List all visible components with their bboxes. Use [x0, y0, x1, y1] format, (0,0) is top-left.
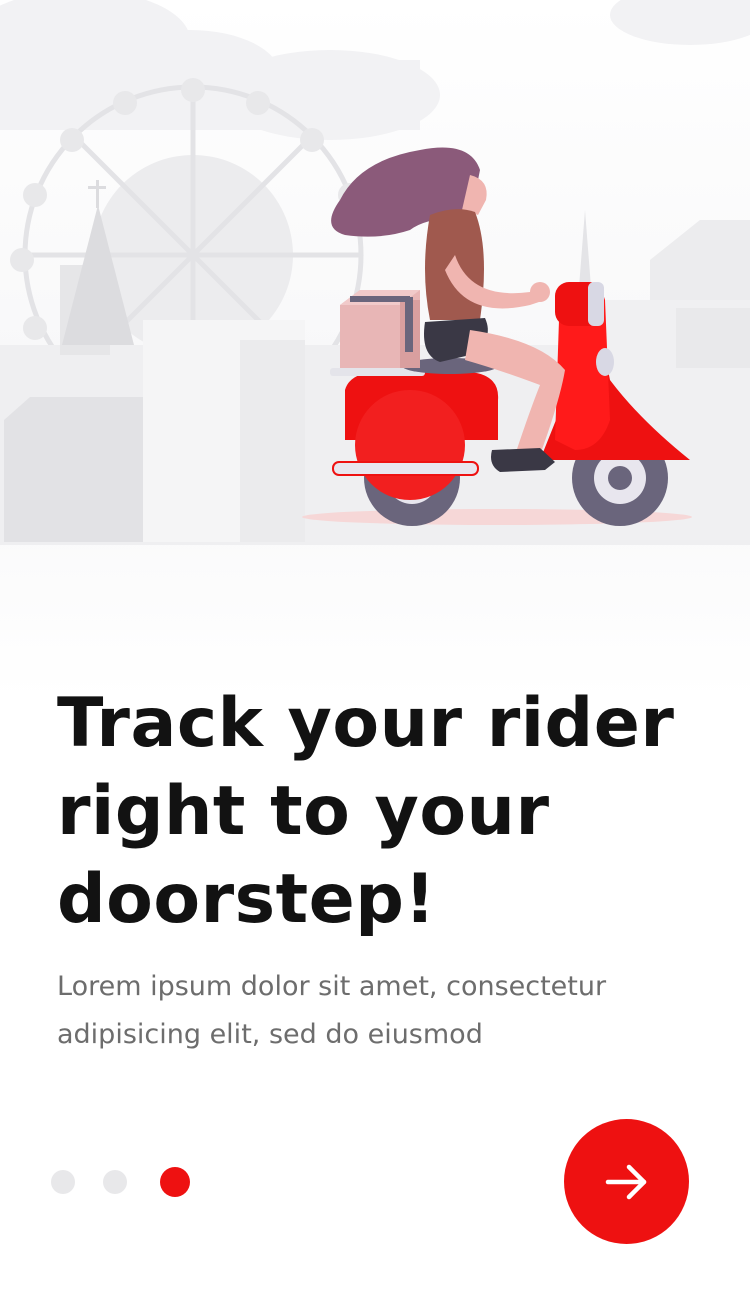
page-dot-3-active[interactable]	[160, 1167, 190, 1197]
onboarding-description: Lorem ipsum dolor sit amet, consectetur …	[57, 971, 607, 1050]
onboarding-title: Track your rider right to your doorstep!	[57, 684, 675, 939]
hero-illustration	[0, 0, 750, 700]
scooter-illustration	[0, 0, 750, 545]
page-dot-1[interactable]	[51, 1170, 75, 1194]
package-box	[340, 290, 420, 368]
page-dot-2[interactable]	[103, 1170, 127, 1194]
arrow-right-icon	[605, 1164, 646, 1199]
next-button[interactable]	[564, 1119, 689, 1244]
clouds	[0, 0, 750, 140]
